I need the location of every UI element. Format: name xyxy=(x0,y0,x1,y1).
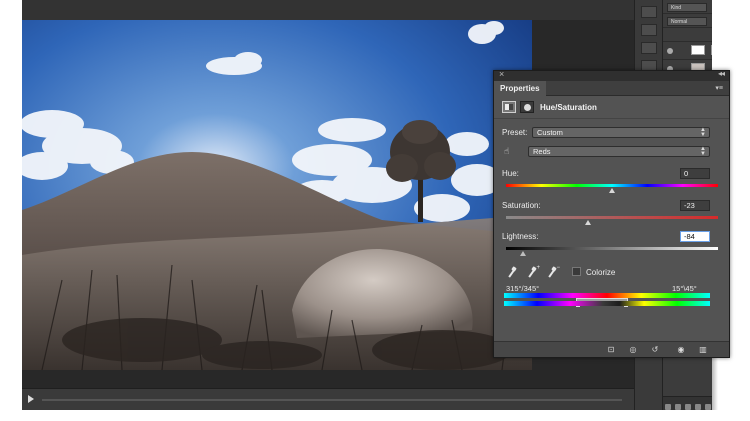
screenshot-stage: Kind Normal × ◂◂ Properties ▾≡ Hue/Satur… xyxy=(0,0,750,421)
folder-icon[interactable] xyxy=(705,404,711,410)
dock-icon[interactable] xyxy=(641,24,657,36)
view-previous-state-icon[interactable]: ◎ xyxy=(626,345,640,355)
lightness-label: Lightness: xyxy=(502,232,539,241)
eye-icon[interactable]: ◉ xyxy=(674,345,688,355)
hue-saturation-icon[interactable] xyxy=(502,101,516,113)
layer-mask-thumbnail xyxy=(711,45,712,55)
clip-to-layer-icon[interactable]: ⊡ xyxy=(604,345,618,355)
output-color-bar xyxy=(504,301,710,306)
mask-icon[interactable] xyxy=(685,404,691,410)
link-icon[interactable] xyxy=(665,404,671,410)
preset-label: Preset: xyxy=(502,128,528,137)
eyedropper-minus-icon[interactable]: − xyxy=(546,265,560,279)
blend-mode-select[interactable]: Normal xyxy=(667,17,707,26)
saturation-value-field[interactable]: -23 xyxy=(680,200,710,211)
layers-filter-row: Kind xyxy=(663,0,712,14)
range-left-angles: 315°/345° xyxy=(506,284,540,293)
adjustment-header: Hue/Saturation xyxy=(494,97,729,119)
timeline-track[interactable] xyxy=(42,399,622,401)
properties-panel: × ◂◂ Properties ▾≡ Hue/Saturation Preset… xyxy=(493,69,730,358)
trash-icon[interactable]: ▥ xyxy=(696,345,710,355)
channel-select[interactable]: Reds ▲ ▼ xyxy=(528,146,710,157)
close-icon[interactable]: × xyxy=(499,69,504,79)
reset-icon[interactable]: ↺ xyxy=(648,345,662,355)
document-photo[interactable] xyxy=(22,20,532,370)
lightness-slider-thumb[interactable] xyxy=(519,251,526,256)
preset-select[interactable]: Custom ▲ ▼ xyxy=(532,127,710,138)
double-chevron-icon[interactable]: ◂◂ xyxy=(718,69,725,78)
hue-slider-track[interactable] xyxy=(506,184,718,187)
chevron-updown-icon: ▲ ▼ xyxy=(700,146,706,157)
panel-footer: ⊡ ◎ ↺ ◉ ▥ xyxy=(494,341,729,357)
range-right-angles: 15°\45° xyxy=(672,284,697,293)
saturation-label: Saturation: xyxy=(502,201,541,210)
lock-row xyxy=(663,28,712,42)
landscape-photo xyxy=(22,20,532,370)
eyedropper-plus-icon[interactable]: + xyxy=(526,265,540,279)
document-tab-row xyxy=(22,0,634,20)
preset-value: Custom xyxy=(537,128,563,137)
lightness-slider-track[interactable] xyxy=(506,247,718,250)
panel-titlebar: × ◂◂ xyxy=(494,69,729,81)
adjustment-title: Hue/Saturation xyxy=(540,103,597,112)
layer-row[interactable] xyxy=(663,42,712,60)
hue-label: Hue: xyxy=(502,169,519,178)
timeline-bar xyxy=(22,388,634,410)
saturation-slider-track[interactable] xyxy=(506,216,718,219)
layers-footer xyxy=(663,396,712,410)
blend-mode-row: Normal xyxy=(663,14,712,28)
panel-tab-row: Properties ▾≡ xyxy=(494,81,729,96)
on-image-adjust-hand-icon[interactable]: ☝ xyxy=(504,146,518,158)
tab-properties[interactable]: Properties xyxy=(494,81,546,96)
saturation-slider-thumb[interactable] xyxy=(584,220,591,225)
adjustment-icon[interactable] xyxy=(695,404,701,410)
colorize-label: Colorize xyxy=(586,268,616,277)
play-icon[interactable] xyxy=(28,395,34,403)
eyedropper-icon[interactable] xyxy=(506,267,518,279)
hue-value-field[interactable]: 0 xyxy=(680,168,710,179)
channel-value: Reds xyxy=(533,147,551,156)
colorize-checkbox[interactable] xyxy=(572,267,581,276)
hue-slider-thumb[interactable] xyxy=(609,188,615,193)
layer-mask-icon[interactable] xyxy=(520,101,534,113)
panel-menu-icon[interactable]: ▾≡ xyxy=(715,84,723,92)
fx-icon[interactable] xyxy=(675,404,681,410)
eye-icon[interactable] xyxy=(667,48,673,54)
dock-icon[interactable] xyxy=(641,6,657,18)
chevron-updown-icon: ▲ ▼ xyxy=(700,127,706,138)
layer-thumbnail xyxy=(691,45,705,55)
kind-filter[interactable]: Kind xyxy=(667,3,707,12)
dock-icon[interactable] xyxy=(641,42,657,54)
lightness-value-field[interactable]: -84 xyxy=(680,231,710,242)
